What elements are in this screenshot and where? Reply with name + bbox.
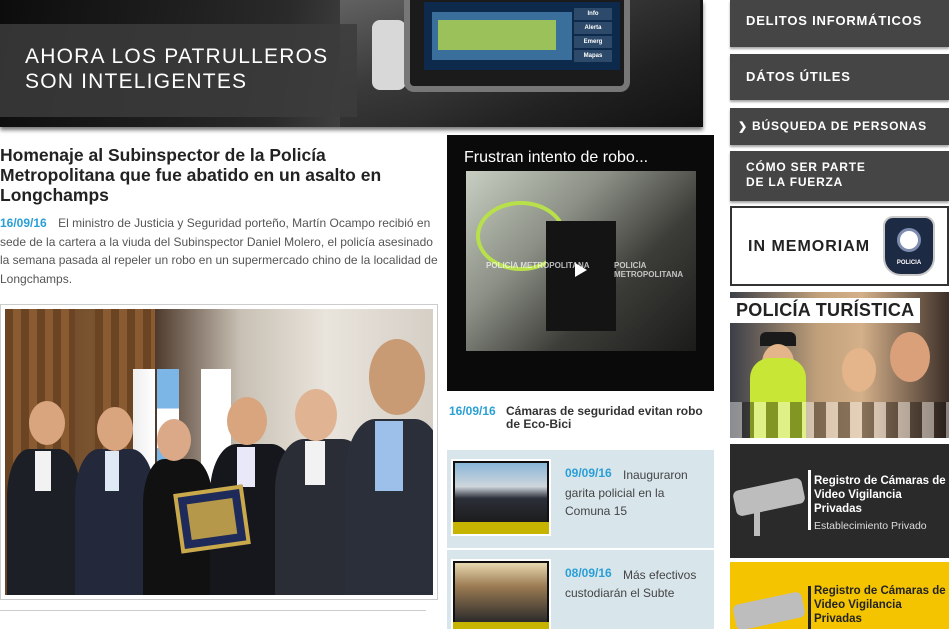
in-memoriam-banner[interactable]: IN MEMORIAM POLICIA bbox=[730, 206, 949, 286]
article-divider bbox=[0, 610, 426, 611]
device-mount bbox=[372, 20, 406, 90]
mini-news-text[interactable]: Más efectivos custodiarán el Subte bbox=[565, 566, 705, 602]
sidebar-item-label-wrap: ❯ BÚSQUEDA DE PERSONAS bbox=[738, 119, 927, 133]
mini-news-thumbnail[interactable] bbox=[451, 459, 551, 536]
hero-banner[interactable]: Info Alerta Emerg Mapas AHORA LOS PATRUL… bbox=[0, 0, 703, 127]
thumb-caption-strip bbox=[453, 622, 549, 629]
thumb-caption-strip bbox=[453, 522, 549, 534]
mini-news-item[interactable]: 09/09/16 Inauguraron garita policial en … bbox=[447, 450, 714, 542]
policia-turistica-label: POLICÍA TURÍSTICA bbox=[730, 298, 921, 323]
banner-title-line2: SON INTELIGENTES bbox=[25, 70, 248, 93]
play-icon[interactable] bbox=[575, 263, 587, 277]
banner-title-line1: AHORA LOS PATRULLEROS bbox=[25, 45, 329, 68]
sidebar-item-delitos-informaticos[interactable]: DELITOS INFORMÁTICOS bbox=[730, 0, 949, 47]
article-summary-text: El ministro de Justicia y Seguridad port… bbox=[0, 216, 438, 286]
camera-mount bbox=[754, 506, 760, 536]
mini-news-text[interactable]: Inauguraron garita policial en la Comuna… bbox=[565, 466, 705, 520]
article-photo[interactable] bbox=[0, 304, 438, 600]
thumb-image bbox=[455, 563, 547, 622]
video-frame[interactable]: POLICÍA METROPOLITANA POLICÍA METROPOLIT… bbox=[466, 171, 696, 351]
sidebar-item-label-line2: DE LA FUERZA bbox=[746, 175, 844, 189]
video-watermark-right: POLICÍA METROPOLITANA bbox=[614, 261, 684, 279]
video-player[interactable]: Frustran intento de robo... POLICÍA METR… bbox=[447, 135, 714, 391]
shield-emblem bbox=[897, 228, 921, 252]
person-6-shirt bbox=[375, 421, 403, 491]
photo-scene bbox=[5, 309, 433, 595]
person-2-head bbox=[97, 407, 133, 451]
tourist-face-2 bbox=[890, 332, 930, 382]
side-news-date: 16/09/16 bbox=[449, 404, 496, 418]
screen-button-emerg: Emerg bbox=[574, 36, 612, 48]
person-5-shirt bbox=[305, 441, 325, 485]
article-date: 16/09/16 bbox=[0, 216, 47, 230]
article-summary: 16/09/16 El ministro de Justicia y Segur… bbox=[0, 214, 438, 288]
screen-button-info: Info bbox=[574, 8, 612, 20]
screen-pane-green bbox=[438, 20, 556, 50]
mini-news-list: 09/09/16 Inauguraron garita policial en … bbox=[447, 450, 714, 629]
person-6-head bbox=[369, 339, 425, 415]
video-title[interactable]: Frustran intento de robo... bbox=[464, 149, 648, 167]
registro-camaras-privado-banner[interactable]: Registro de Cámaras de Video Vigilancia … bbox=[730, 444, 949, 558]
person-2-shirt bbox=[105, 451, 119, 491]
in-memoriam-label: IN MEMORIAM bbox=[748, 238, 871, 255]
registro-camaras-publico-banner[interactable]: Registro de Cámaras de Video Vigilancia … bbox=[730, 562, 949, 629]
banner-title: AHORA LOS PATRULLEROS SON INTELIGENTES bbox=[25, 44, 328, 94]
screen-button-maps: Mapas bbox=[574, 50, 612, 62]
sidebar-item-label: BÚSQUEDA DE PERSONAS bbox=[752, 119, 927, 133]
thumb-image bbox=[455, 463, 547, 522]
person-4-shirt bbox=[237, 447, 255, 487]
registro-title: Registro de Cámaras de Video Vigilancia … bbox=[814, 475, 946, 515]
person-1-head bbox=[29, 401, 65, 445]
registro-divider bbox=[808, 586, 811, 629]
mini-news-thumbnail[interactable] bbox=[451, 559, 551, 629]
sidebar-item-datos-utiles[interactable]: DÁTOS ÚTILES bbox=[730, 54, 949, 100]
terminal-screen: Info Alerta Emerg Mapas bbox=[424, 2, 620, 70]
person-3-head bbox=[157, 419, 191, 461]
award-plaque bbox=[173, 484, 251, 554]
checker-pattern bbox=[730, 402, 949, 438]
registro-title: Registro de Cámaras de Video Vigilancia … bbox=[814, 585, 946, 625]
registro-divider bbox=[808, 470, 811, 530]
sidebar-item-busqueda-personas[interactable]: ❯ BÚSQUEDA DE PERSONAS bbox=[730, 108, 949, 145]
sidebar-item-label: DÁTOS ÚTILES bbox=[746, 69, 851, 84]
sidebar-item-label-line1: CÓMO SER PARTE bbox=[746, 160, 866, 174]
policia-turistica-banner[interactable]: POLICÍA TURÍSTICA bbox=[730, 292, 949, 438]
shield-text: POLICIA bbox=[896, 260, 922, 266]
security-camera-icon bbox=[732, 477, 806, 517]
side-news-text[interactable]: Cámaras de seguridad evitan robo de Eco-… bbox=[506, 405, 711, 431]
patrol-terminal-image: Info Alerta Emerg Mapas bbox=[404, 0, 630, 92]
person-1-shirt bbox=[35, 451, 51, 491]
registro-subtitle: Establecimiento Privado bbox=[814, 520, 927, 532]
mini-news-item[interactable]: 08/09/16 Más efectivos custodiarán el Su… bbox=[447, 548, 714, 629]
police-shield-icon: POLICIA bbox=[883, 216, 935, 276]
person-4-head bbox=[227, 397, 267, 445]
security-camera-icon bbox=[732, 591, 806, 629]
plaque-gold bbox=[186, 497, 238, 541]
article-title[interactable]: Homenaje al Subinspector de la Policía M… bbox=[0, 145, 440, 205]
person-5-head bbox=[295, 389, 337, 441]
chevron-right-icon: ❯ bbox=[738, 121, 749, 133]
sidebar-item-ser-parte[interactable]: CÓMO SER PARTE DE LA FUERZA bbox=[730, 151, 949, 201]
sidebar-item-label: DELITOS INFORMÁTICOS bbox=[746, 13, 923, 28]
tourist-face-1 bbox=[842, 348, 876, 392]
sidebar-item-label-wrap: CÓMO SER PARTE DE LA FUERZA bbox=[746, 160, 866, 190]
screen-button-alert: Alerta bbox=[574, 22, 612, 34]
